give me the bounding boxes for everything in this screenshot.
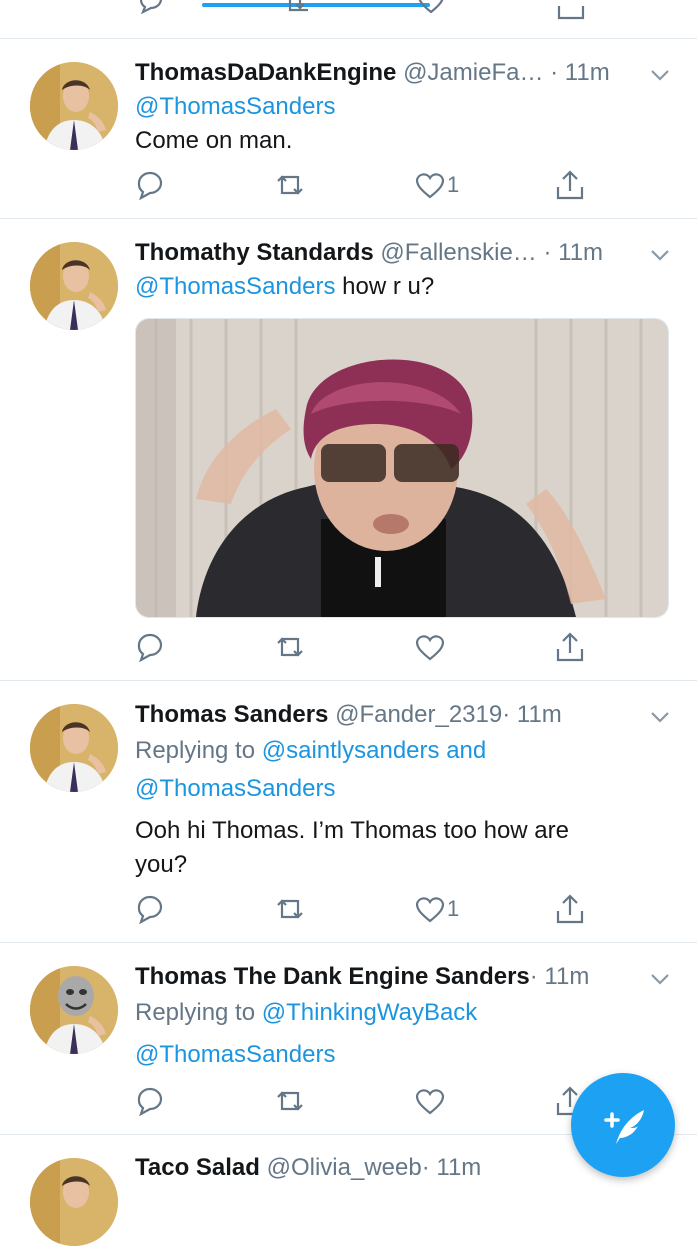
display-name[interactable]: Thomas The Dank Engine Sanders: [135, 963, 530, 990]
chevron-down-icon[interactable]: [649, 968, 671, 990]
retweet-icon: [277, 899, 303, 919]
replying-users-link[interactable]: @saintlysanders and: [262, 737, 486, 764]
heart-icon[interactable]: [417, 0, 445, 19]
tweet-actions: 1: [135, 168, 595, 202]
like-count: 1: [447, 896, 460, 921]
user-handle[interactable]: @JamieFa…: [403, 59, 543, 86]
heart-icon: [415, 897, 445, 923]
tweet-text: Ooh hi Thomas. I’m Thomas too how are: [135, 817, 569, 844]
share-icon: [556, 894, 584, 924]
display-name[interactable]: ThomasDaDankEngine: [135, 59, 396, 86]
reply-button[interactable]: [135, 1084, 165, 1118]
avatar[interactable]: [30, 62, 118, 150]
replying-users-link[interactable]: @ThinkingWayBack: [262, 999, 478, 1026]
mention-link[interactable]: @ThomasSanders: [135, 92, 335, 122]
heart-icon: [415, 173, 445, 199]
tweet-header: ThomasDaDankEngine @JamieFa… · 11m: [135, 58, 610, 88]
video-thumbnail: [136, 319, 668, 617]
avatar[interactable]: [30, 704, 118, 792]
replying-to: Replying to @ThinkingWayBack: [135, 998, 477, 1028]
share-button[interactable]: [555, 892, 585, 926]
compose-tweet-button[interactable]: [571, 1073, 675, 1177]
like-button[interactable]: [415, 1084, 445, 1118]
divider: [0, 942, 697, 943]
retweet-icon: [277, 175, 303, 195]
timestamp: · 11m: [421, 1154, 482, 1181]
like-button[interactable]: 1: [415, 168, 459, 202]
retweet-icon: [277, 1091, 303, 1111]
user-handle[interactable]: @Fallenskie…: [380, 239, 536, 266]
chevron-down-icon[interactable]: [649, 706, 671, 728]
reply-button[interactable]: [135, 892, 165, 926]
tweet-text: Come on man.: [135, 127, 293, 154]
reply-button[interactable]: [135, 168, 165, 202]
tweet-text: @ThomasSanders how r u?: [135, 272, 434, 302]
reply-icon: [137, 171, 163, 200]
chevron-down-icon[interactable]: [649, 64, 671, 86]
share-icon: [556, 632, 584, 662]
share-button[interactable]: [555, 168, 585, 202]
user-handle[interactable]: @Olivia_weeb: [267, 1154, 422, 1181]
reply-button[interactable]: [135, 630, 165, 664]
timestamp: · 11m: [543, 239, 604, 266]
replying-prefix: Replying to: [135, 999, 256, 1026]
divider: [0, 680, 697, 681]
divider: [0, 38, 697, 39]
user-handle[interactable]: @Fander_2319: [335, 701, 502, 728]
reply-icon: [137, 633, 163, 662]
reply-icon[interactable]: [138, 0, 164, 19]
tweet-actions: 1: [135, 892, 595, 926]
timestamp: · 11m: [550, 59, 610, 86]
scroll-indicator: [202, 3, 430, 7]
timestamp: · 11m: [502, 701, 562, 728]
avatar[interactable]: [30, 966, 118, 1054]
tweet-actions: [135, 1084, 595, 1118]
share-icon: [556, 170, 584, 200]
avatar[interactable]: [30, 242, 118, 330]
share-icon[interactable]: [557, 0, 585, 25]
retweet-button[interactable]: [273, 630, 307, 664]
tweet-header: Thomathy Standards @Fallenskie… · 11m: [135, 238, 603, 268]
reply-icon: [137, 895, 163, 924]
retweet-button[interactable]: [273, 168, 307, 202]
mention-link[interactable]: @ThomasSanders: [135, 273, 335, 300]
share-button[interactable]: [555, 630, 585, 664]
display-name[interactable]: Thomathy Standards: [135, 239, 374, 266]
tweet-media[interactable]: [135, 318, 669, 618]
display-name[interactable]: Taco Salad: [135, 1154, 260, 1181]
replying-prefix: Replying to: [135, 737, 256, 764]
tweet-header: Thomas Sanders @Fander_2319· 11m: [135, 700, 562, 730]
timestamp: · 11m: [529, 963, 590, 990]
tweet-text: you?: [135, 851, 188, 878]
divider: [0, 218, 697, 219]
chevron-down-icon[interactable]: [649, 244, 671, 266]
replying-to-link[interactable]: @ThomasSanders: [135, 774, 335, 804]
reply-icon: [137, 1087, 163, 1116]
retweet-button[interactable]: [273, 1084, 307, 1118]
avatar[interactable]: [30, 1158, 118, 1246]
heart-icon: [415, 1089, 445, 1115]
retweet-icon: [277, 637, 303, 657]
heart-icon: [415, 635, 445, 661]
compose-tweet-icon: [604, 1110, 644, 1144]
tweet-actions: [135, 630, 595, 664]
retweet-button[interactable]: [273, 892, 307, 926]
tweet-header: Thomas The Dank Engine Sanders· 11m: [135, 962, 589, 992]
display-name[interactable]: Thomas Sanders: [135, 701, 328, 728]
tweet-header: Taco Salad @Olivia_weeb· 11m: [135, 1153, 481, 1183]
replying-to: Replying to @saintlysanders and: [135, 736, 486, 766]
like-button[interactable]: 1: [415, 892, 459, 926]
like-button[interactable]: [415, 630, 445, 664]
tweet-body: how r u?: [342, 273, 435, 300]
mention-link[interactable]: @ThomasSanders: [135, 1040, 335, 1070]
like-count: 1: [447, 172, 460, 197]
retweet-icon[interactable]: [280, 0, 310, 19]
